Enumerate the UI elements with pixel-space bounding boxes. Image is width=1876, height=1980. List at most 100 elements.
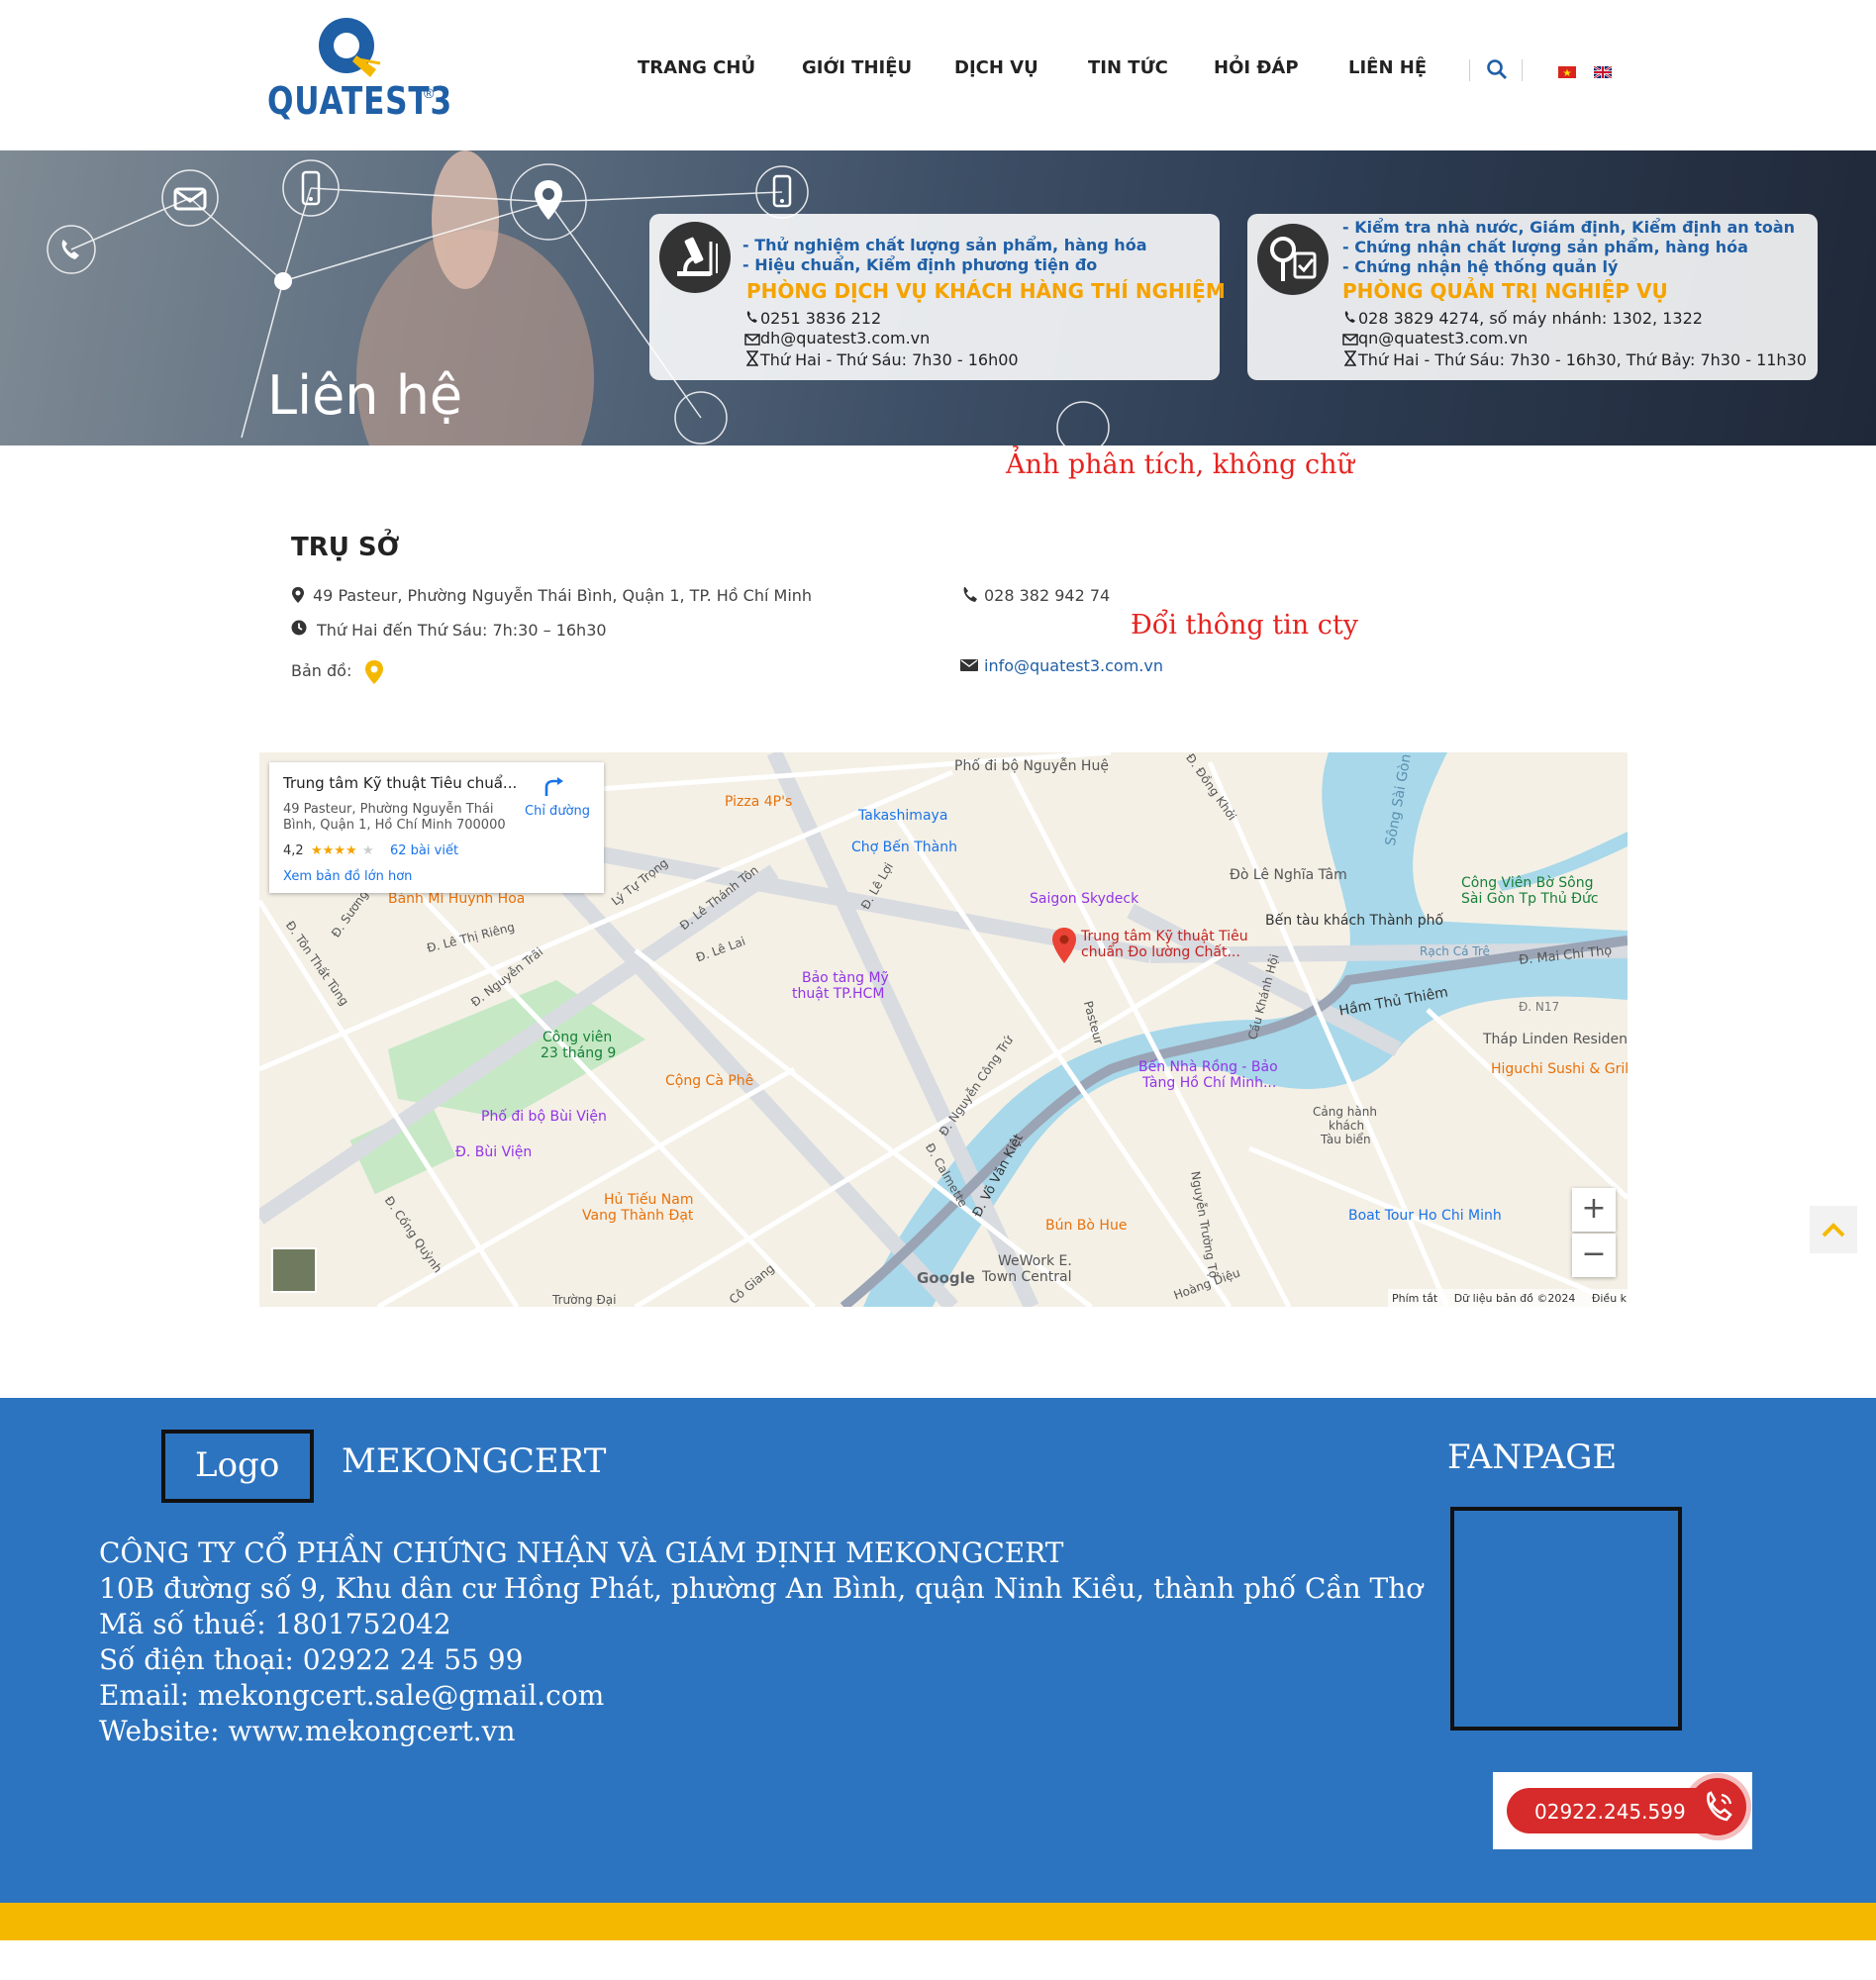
page-title: Liên hệ bbox=[267, 364, 463, 427]
map-place-label: khách bbox=[1329, 1119, 1365, 1133]
chevron-up-icon bbox=[1822, 1223, 1845, 1238]
map-place-label: Đ. N17 bbox=[1519, 1000, 1560, 1014]
map-place-label: 23 tháng 9 bbox=[541, 1045, 617, 1061]
map-pin-icon[interactable] bbox=[364, 659, 384, 685]
map-place-label: Bảo tàng Mỹ bbox=[802, 970, 889, 986]
footer-fanpage-title: FANPAGE bbox=[1447, 1437, 1618, 1477]
place-card-address: 49 Pasteur, Phường Nguyễn Thái bbox=[283, 802, 494, 817]
map-street-label: Trường Đại bbox=[552, 1293, 617, 1307]
info-note: Đổi thông tin cty bbox=[1131, 610, 1358, 641]
card-heading: PHÒNG DỊCH VỤ KHÁCH HÀNG THÍ NGHIỆM bbox=[746, 279, 1226, 303]
map-place-label: Công viên bbox=[543, 1030, 613, 1045]
clock-icon bbox=[291, 620, 307, 636]
office-phone: 028 382 942 74 bbox=[984, 586, 1111, 605]
map-attribution: Phím tắt Dữ liệu bản đồ ©2024 Điều khoản bbox=[1388, 1289, 1628, 1307]
location-pin-icon bbox=[533, 178, 564, 222]
vietnam-flag-icon[interactable] bbox=[1558, 65, 1576, 78]
mobile-icon bbox=[299, 170, 323, 208]
card-service-line: - Chứng nhận hệ thống quản lý bbox=[1342, 257, 1619, 276]
map-place-label: Sài Gòn Tp Thủ Đức bbox=[1461, 891, 1599, 907]
place-card-rating: 4,2 bbox=[283, 843, 304, 858]
directions-icon[interactable] bbox=[543, 776, 564, 798]
place-card-address: Bình, Quận 1, Hồ Chí Minh 700000 bbox=[283, 818, 506, 833]
fanpage-embed-placeholder[interactable] bbox=[1450, 1507, 1682, 1731]
card-service-line: - Chứng nhận chất lượng sản phẩm, hàng h… bbox=[1342, 238, 1748, 256]
card-phone: 0251 3836 212 bbox=[760, 309, 882, 328]
logo-q-mark-icon bbox=[319, 18, 381, 77]
map-place-label: Cộng Cà Phê bbox=[665, 1073, 754, 1089]
mail-icon bbox=[744, 333, 760, 346]
map-marker-icon[interactable] bbox=[1051, 927, 1077, 964]
map-place-label: Vang Thành Đạt bbox=[582, 1208, 694, 1224]
footer-accent-strip bbox=[0, 1903, 1876, 1940]
inspection-icon bbox=[1257, 224, 1329, 295]
uk-flag-icon[interactable] bbox=[1593, 65, 1613, 79]
card-hours: Thứ Hai - Thứ Sáu: 7h30 - 16h30, Thứ Bảy… bbox=[1358, 350, 1807, 369]
map-place-card: Trung tâm Kỹ thuật Tiêu chuẩ... 49 Paste… bbox=[269, 762, 604, 893]
card-email: dh@quatest3.com.vn bbox=[760, 329, 931, 347]
card-phone: 028 3829 4274, số máy nhánh: 1302, 1322 bbox=[1358, 309, 1703, 328]
footer-website: Website: www.mekongcert.vn bbox=[99, 1715, 516, 1747]
card-service-line: - Hiệu chuẩn, Kiểm định phương tiện đo bbox=[742, 255, 1098, 274]
zoom-out-button[interactable]: − bbox=[1572, 1234, 1616, 1277]
microscope-icon bbox=[659, 222, 731, 293]
nav-lien-he[interactable]: LIÊN HỆ bbox=[1348, 57, 1427, 78]
card-email: qn@quatest3.com.vn bbox=[1358, 329, 1529, 347]
mobile-icon bbox=[770, 174, 794, 210]
directions-link[interactable]: Chỉ đường bbox=[525, 804, 590, 819]
rating-star-empty: ★ bbox=[362, 843, 374, 858]
hourglass-icon bbox=[1343, 350, 1357, 366]
map-place-label: Tàng Hồ Chí Minh... bbox=[1142, 1075, 1277, 1091]
footer-logo-placeholder: Logo bbox=[161, 1430, 314, 1503]
satellite-toggle[interactable] bbox=[271, 1247, 317, 1293]
mail-icon bbox=[1342, 333, 1358, 346]
footer-company-name: CÔNG TY CỔ PHẦN CHỨNG NHẬN VÀ GIÁM ĐỊNH … bbox=[99, 1536, 1064, 1569]
map-place-label: Takashimaya bbox=[858, 808, 948, 824]
logo-registered-mark: ® bbox=[424, 85, 435, 101]
nav-divider bbox=[1469, 59, 1470, 81]
business-admin-card: - Kiểm tra nhà nước, Giám định, Kiểm địn… bbox=[1247, 214, 1818, 380]
reviews-link[interactable]: 62 bài viết bbox=[390, 843, 458, 858]
google-map[interactable]: Phố đi bộ Nguyễn Huệ Takashimaya Chợ Bến… bbox=[259, 752, 1628, 1307]
map-place-label: Pizza 4P's bbox=[725, 794, 793, 810]
map-place-label: Tàu biển bbox=[1321, 1133, 1371, 1146]
nav-gioi-thieu[interactable]: GIỚI THIỆU bbox=[802, 57, 912, 78]
larger-map-link[interactable]: Xem bản đồ lớn hơn bbox=[283, 869, 412, 884]
office-title: TRỤ SỞ bbox=[291, 533, 400, 562]
lab-service-card: - Thử nghiệm chất lượng sản phẩm, hàng h… bbox=[649, 214, 1226, 380]
map-place-label: Phố đi bộ Nguyễn Huệ bbox=[954, 758, 1109, 774]
card-service-line: - Kiểm tra nhà nước, Giám định, Kiểm địn… bbox=[1342, 218, 1796, 237]
card-hours: Thứ Hai - Thứ Sáu: 7h30 - 16h00 bbox=[760, 350, 1019, 369]
nav-tin-tuc[interactable]: TIN TỨC bbox=[1088, 57, 1168, 78]
map-place-label: thuật TP.HCM bbox=[792, 986, 885, 1002]
map-place-label: Hủ Tiếu Nam bbox=[604, 1192, 694, 1208]
nav-trang-chu[interactable]: TRANG CHỦ bbox=[638, 57, 755, 78]
map-place-label: Đ. Bùi Viện bbox=[455, 1144, 533, 1160]
map-place-label: Bún Bò Hue bbox=[1045, 1218, 1128, 1234]
email-link[interactable]: info@quatest3.com.vn bbox=[984, 656, 1163, 675]
office-email[interactable]: info@quatest3.com.vn bbox=[984, 656, 1163, 675]
hotline-widget: 02922.245.599 bbox=[1493, 1772, 1752, 1849]
map-place-label: WeWork E. bbox=[998, 1253, 1072, 1269]
nav-divider bbox=[1522, 59, 1523, 81]
banner-note: Ảnh phân tích, không chữ bbox=[1006, 449, 1354, 480]
phone-icon bbox=[960, 586, 978, 604]
keyboard-shortcuts-link[interactable]: Phím tắt bbox=[1392, 1292, 1437, 1305]
map-place-label: Boat Tour Ho Chi Minh bbox=[1348, 1208, 1502, 1224]
map-place-label: Higuchi Sushi & Grill bbox=[1491, 1061, 1628, 1077]
card-heading: PHÒNG QUẢN TRỊ NGHIỆP VỤ bbox=[1342, 279, 1668, 303]
map-place-label: Saigon Skydeck bbox=[1030, 891, 1139, 907]
footer-logo-text: Logo bbox=[195, 1445, 280, 1485]
scroll-to-top-button[interactable] bbox=[1810, 1206, 1857, 1253]
terms-link[interactable]: Điều khoản bbox=[1592, 1292, 1628, 1305]
search-icon[interactable] bbox=[1485, 57, 1509, 81]
google-logo: Google bbox=[917, 1269, 975, 1287]
zoom-in-button[interactable]: + bbox=[1572, 1188, 1616, 1232]
envelope-icon bbox=[960, 658, 978, 672]
map-place-label: Cảng hành bbox=[1313, 1105, 1377, 1119]
office-address: 49 Pasteur, Phường Nguyễn Thái Bình, Quậ… bbox=[313, 586, 813, 605]
nav-hoi-dap[interactable]: HỎI ĐÁP bbox=[1214, 57, 1299, 78]
phone-icon bbox=[55, 238, 87, 263]
phone-call-icon[interactable] bbox=[1689, 1778, 1746, 1835]
nav-dich-vu[interactable]: DỊCH VỤ bbox=[954, 57, 1038, 78]
